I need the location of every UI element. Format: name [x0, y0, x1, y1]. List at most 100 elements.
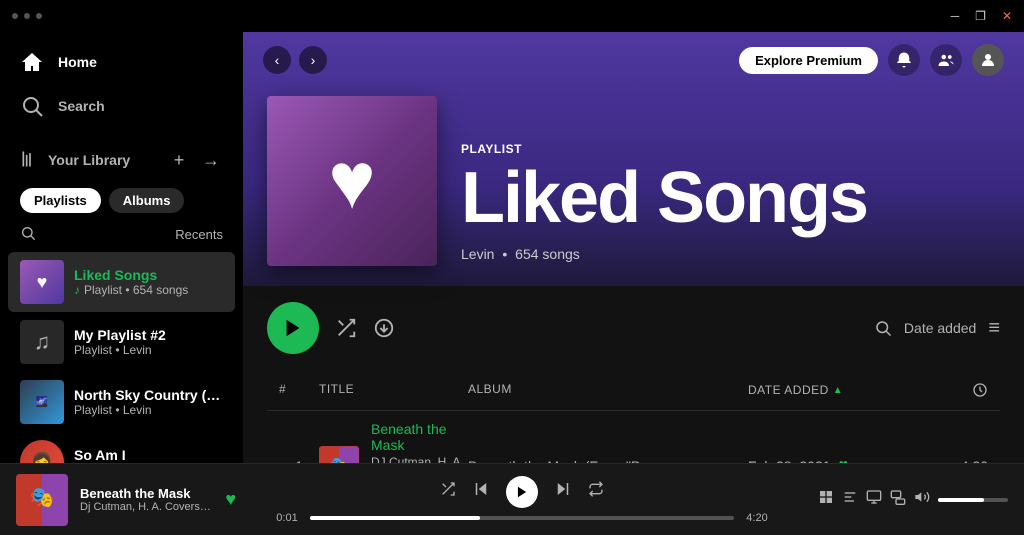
track-artists-1: DJ Cutman, H. A. Covers, GameChops, Do..…	[371, 455, 468, 463]
shuffle-button[interactable]	[335, 317, 357, 339]
library-item-liked-songs[interactable]: ♥ Liked Songs ♪ Playlist • 654 songs	[8, 252, 235, 312]
my-playlist-2-info: My Playlist #2 Playlist • Levin	[74, 327, 223, 357]
now-playing-panel-button[interactable]	[818, 489, 834, 510]
library-item-north-sky[interactable]: 🌌 North Sky Country (In-Game) Playlist •…	[8, 372, 235, 432]
date-added-label[interactable]: Date added	[904, 320, 976, 336]
library-icon	[20, 149, 40, 172]
forward-button[interactable]: ›	[299, 46, 327, 74]
table-header: # Title Album Date added ▲	[267, 370, 1000, 411]
sidebar: Home Search Your Library + → Play	[0, 32, 243, 463]
dot-1	[12, 13, 18, 19]
player-repeat-button[interactable]	[588, 481, 604, 502]
so-am-i-name: So Am I	[74, 447, 223, 463]
recents-label[interactable]: Recents	[175, 227, 223, 242]
sidebar-search-label: Search	[58, 98, 105, 114]
title-bar-controls: ─ ❐ ✕	[951, 9, 1012, 23]
library-title[interactable]: Your Library	[20, 149, 167, 172]
filter-playlists-button[interactable]: Playlists	[20, 188, 101, 213]
track-thumb-bg-1: 🎭	[319, 446, 359, 463]
library-search-icon[interactable]	[20, 225, 36, 244]
north-sky-name: North Sky Country (In-Game)	[74, 387, 223, 403]
table-search-button[interactable]	[874, 319, 892, 337]
volume-bar-fill	[938, 498, 984, 502]
liked-songs-name: Liked Songs	[74, 267, 223, 283]
title-bar-dots	[12, 13, 42, 19]
controls-bar: Date added ≡	[243, 286, 1024, 370]
minimize-button[interactable]: ─	[951, 9, 960, 23]
queue-button[interactable]	[866, 489, 882, 510]
player-shuffle-button[interactable]	[440, 481, 456, 502]
people-button[interactable]	[930, 44, 962, 76]
playlist-info: Playlist Liked Songs Levin • 654 songs	[461, 142, 1000, 266]
controls-right: Date added ≡	[874, 317, 1000, 340]
col-date-header[interactable]: Date added ▲	[748, 374, 928, 406]
progress-bar[interactable]	[310, 516, 734, 520]
library-expand-button[interactable]: →	[199, 148, 223, 172]
dot-2	[24, 13, 30, 19]
playlist-hero: ♥ Playlist Liked Songs Levin • 654 songs	[243, 76, 1024, 286]
filter-albums-button[interactable]: Albums	[109, 188, 185, 213]
devices-button[interactable]	[890, 489, 906, 510]
now-playing-heart[interactable]: ♥	[225, 489, 236, 510]
track-name-info-1: Beneath the Mask DJ Cutman, H. A. Covers…	[371, 421, 468, 463]
col-title-header: Title	[319, 374, 468, 406]
close-button[interactable]: ✕	[1002, 9, 1012, 23]
list-view-button[interactable]: ≡	[988, 317, 1000, 340]
playlist-owner: Levin	[461, 246, 494, 262]
player-prev-button[interactable]	[472, 480, 490, 503]
sidebar-nav: Home Search	[0, 32, 243, 136]
download-button[interactable]	[373, 317, 395, 339]
north-sky-sub: Playlist • Levin	[74, 403, 223, 417]
track-title-cell-1: 🎭 Beneath the Mask DJ Cutman, H. A. Cove…	[319, 421, 468, 463]
player-right	[808, 489, 1008, 510]
my-playlist-2-sub: Playlist • Levin	[74, 343, 223, 357]
sidebar-library-header: Your Library + →	[0, 140, 243, 180]
library-search-row: Recents	[0, 221, 243, 248]
playlist-song-count: 654 songs	[515, 246, 580, 262]
north-sky-info: North Sky Country (In-Game) Playlist • L…	[74, 387, 223, 417]
library-item-so-am-i[interactable]: 👩 So Am I Album • Kurt Hugo Schneider	[8, 432, 235, 463]
so-am-i-thumb: 👩	[20, 440, 64, 463]
library-label: Your Library	[48, 152, 130, 168]
liked-songs-info: Liked Songs ♪ Playlist • 654 songs	[74, 267, 223, 297]
col-num-header: #	[279, 374, 319, 406]
now-playing-thumb: 🎭	[16, 474, 68, 526]
bottom-player: 🎭 Beneath the Mask Dj Cutman, H. A. Cove…	[0, 463, 1024, 535]
player-next-button[interactable]	[554, 480, 572, 503]
title-bar: ─ ❐ ✕	[0, 0, 1024, 32]
progress-row: 0:01 4:20	[272, 512, 772, 524]
sidebar-item-home[interactable]: Home	[0, 40, 243, 84]
track-table: # Title Album Date added ▲ 1	[243, 370, 1024, 463]
back-button[interactable]: ‹	[263, 46, 291, 74]
progress-bar-fill	[310, 516, 480, 520]
library-item-my-playlist-2[interactable]: ♫ My Playlist #2 Playlist • Levin	[8, 312, 235, 372]
library-list: ♥ Liked Songs ♪ Playlist • 654 songs ♫ M…	[0, 248, 243, 463]
volume-icon-button[interactable]	[914, 489, 930, 510]
liked-songs-sub: ♪ Playlist • 654 songs	[74, 283, 223, 297]
my-playlist-2-thumb: ♫	[20, 320, 64, 364]
table-row[interactable]: 1 🎭 Beneath the Mask DJ Cut	[267, 415, 1000, 463]
play-large-button[interactable]	[267, 302, 319, 354]
sidebar-item-search[interactable]: Search	[0, 84, 243, 128]
playlist-heart-icon: ♥	[328, 135, 376, 227]
bell-button[interactable]	[888, 44, 920, 76]
lyrics-button[interactable]	[842, 489, 858, 510]
home-icon	[20, 50, 44, 74]
volume-bar[interactable]	[938, 498, 1008, 502]
total-time: 4:20	[742, 512, 772, 524]
playlist-meta: Levin • 654 songs	[461, 246, 1000, 262]
now-playing-title: Beneath the Mask	[80, 486, 213, 501]
my-playlist-2-name: My Playlist #2	[74, 327, 223, 343]
svg-text:🎭: 🎭	[30, 487, 55, 509]
track-name-1: Beneath the Mask	[371, 421, 468, 453]
explore-premium-button[interactable]: Explore Premium	[739, 47, 878, 74]
playlist-type: Playlist	[461, 142, 1000, 156]
user-button[interactable]	[972, 44, 1004, 76]
library-add-button[interactable]: +	[167, 148, 191, 172]
header-right-actions: Explore Premium	[739, 44, 1004, 76]
header-nav-row: ‹ › Explore Premium	[243, 32, 1024, 76]
library-actions: + →	[167, 148, 223, 172]
maximize-button[interactable]: ❐	[975, 9, 986, 23]
player-play-button[interactable]	[506, 476, 538, 508]
now-playing-info: Beneath the Mask Dj Cutman, H. A. Covers…	[80, 486, 213, 513]
